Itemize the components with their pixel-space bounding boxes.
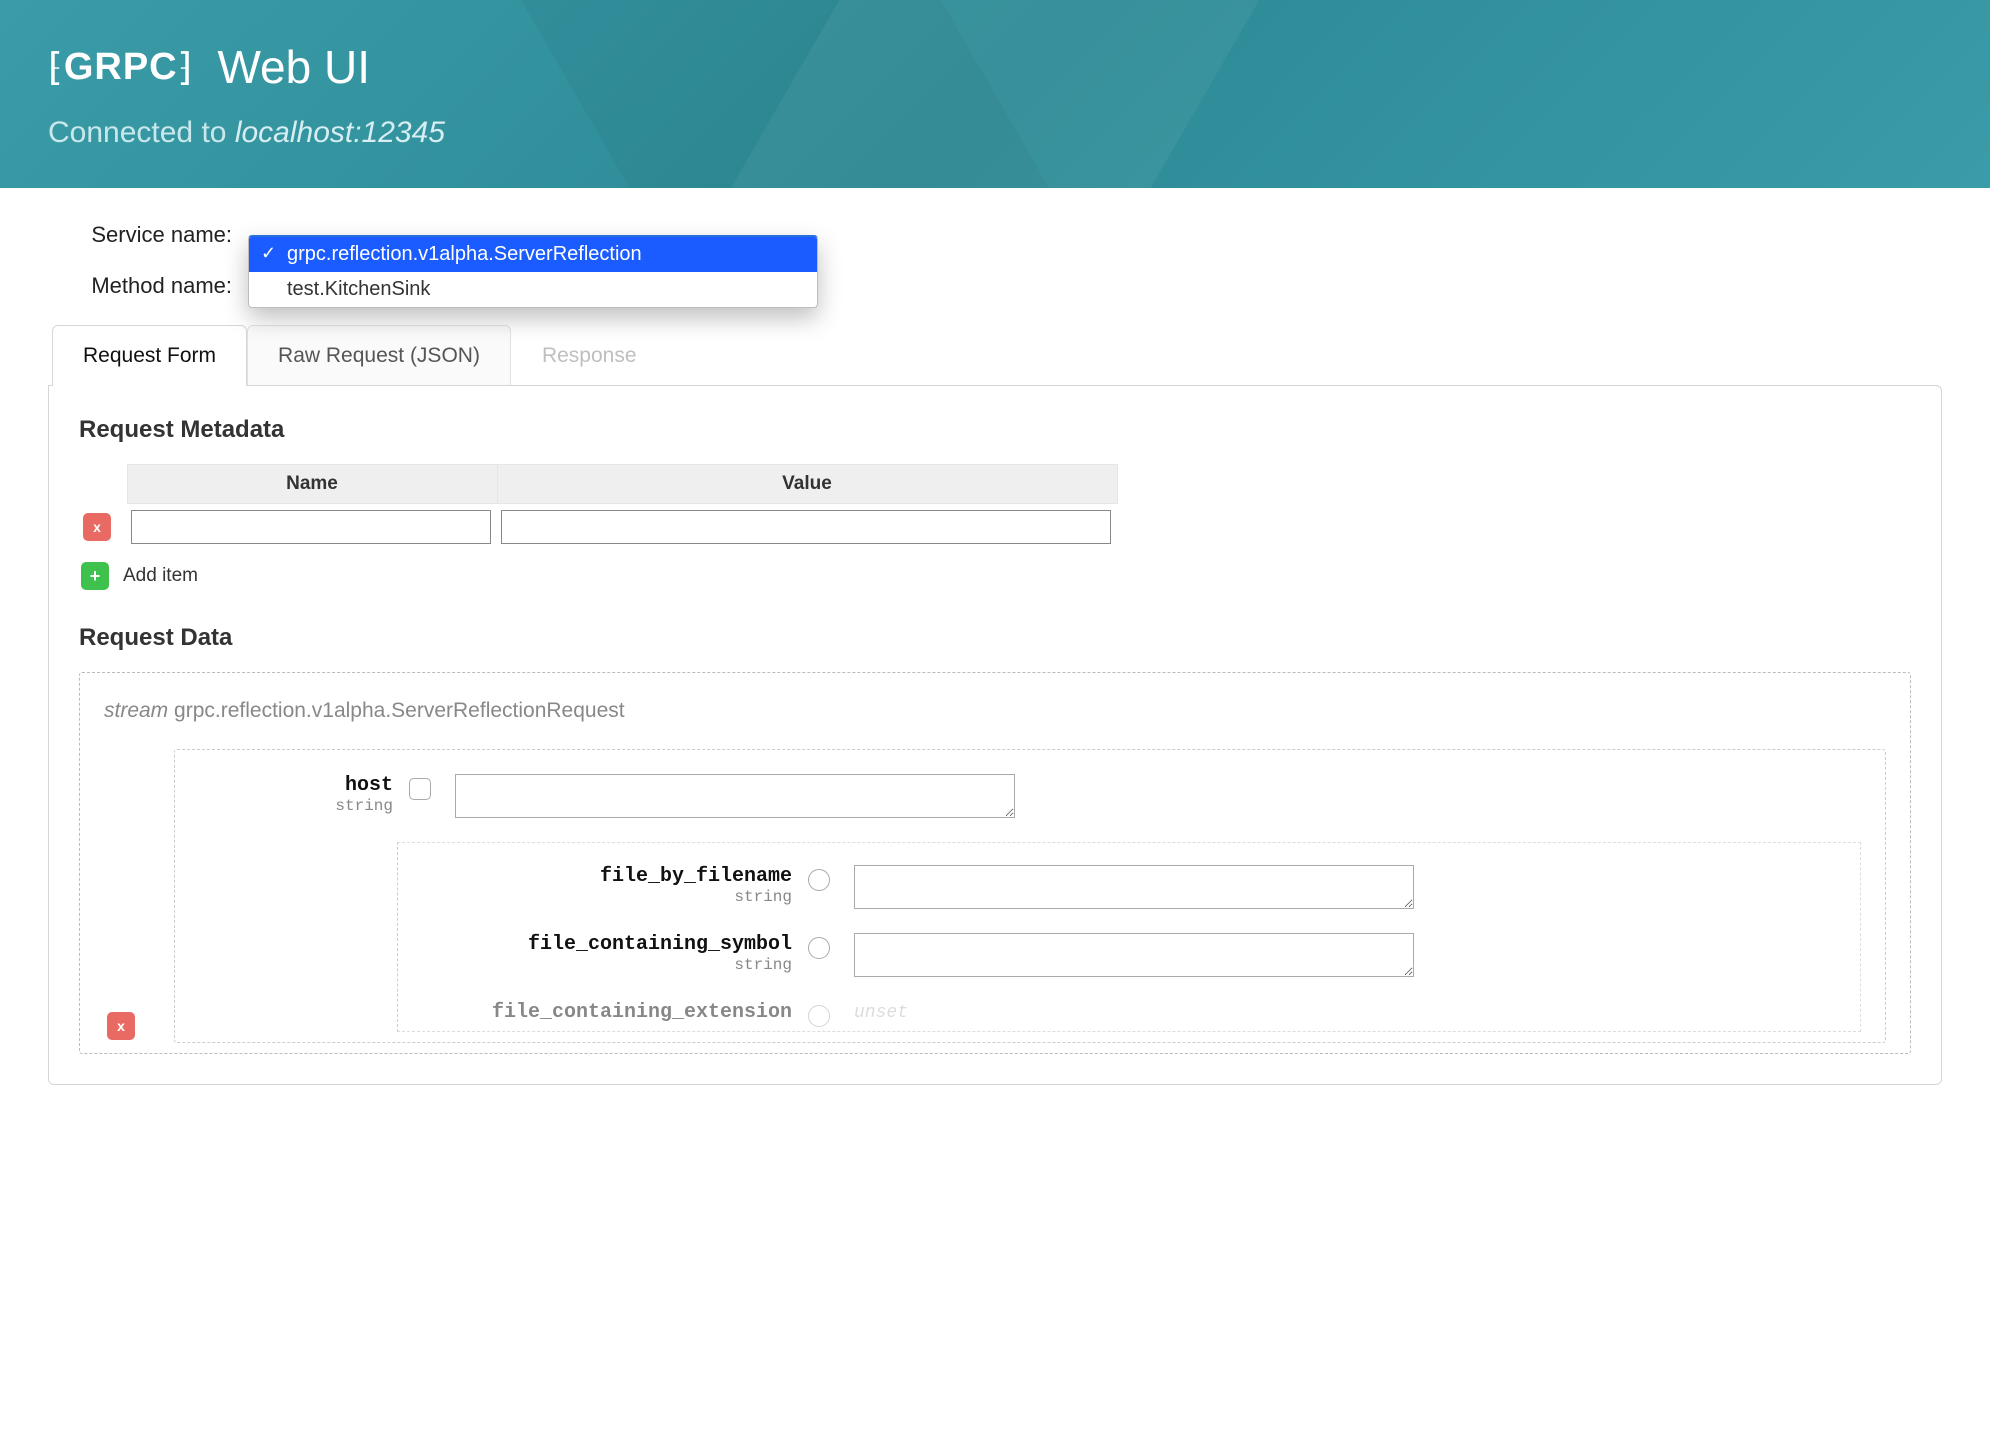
oneof-radio[interactable] (808, 1005, 830, 1027)
field-type: string (418, 956, 792, 974)
metadata-value-input[interactable] (501, 510, 1111, 544)
add-metadata-label: Add item (123, 565, 198, 587)
field-row-file-containing-symbol: file_containing_symbol string (418, 933, 1840, 977)
connection-status: Connected to localhost:12345 (48, 116, 1942, 150)
tab-response: Response (511, 325, 668, 386)
app-title: Web UI (217, 40, 370, 94)
app-header: ⁅GRPC⁆ Web UI Connected to localhost:123… (0, 0, 1990, 188)
method-name-label: Method name: (48, 273, 248, 299)
field-name: file_by_filename (418, 865, 792, 888)
add-metadata-button[interactable]: + (81, 562, 109, 590)
field-row-file-by-filename: file_by_filename string (418, 865, 1840, 909)
metadata-name-input[interactable] (131, 510, 491, 544)
field-input[interactable] (854, 865, 1414, 909)
oneof-radio[interactable] (808, 937, 830, 959)
tab-bar: Request Form Raw Request (JSON) Response (52, 324, 1942, 385)
connection-target: localhost:12345 (235, 116, 445, 149)
oneof-group: file_by_filename string file_containing_… (397, 842, 1861, 1032)
field-input[interactable] (854, 933, 1414, 977)
field-name: file_containing_symbol (418, 933, 792, 956)
oneof-radio[interactable] (808, 869, 830, 891)
field-name-host: host (199, 774, 393, 797)
service-dropdown-list: grpc.reflection.v1alpha.ServerReflection… (248, 235, 818, 308)
field-row-file-containing-extension: file_containing_extension unset (418, 1001, 1840, 1027)
tab-request-form[interactable]: Request Form (52, 325, 247, 386)
message-instance: x host string file_by_filename string (174, 749, 1886, 1043)
request-metadata-heading: Request Metadata (79, 416, 1911, 444)
request-data-heading: Request Data (79, 624, 1911, 652)
unset-label: unset (854, 1001, 908, 1023)
metadata-table: Name Value x (79, 464, 1118, 550)
metadata-col-name: Name (127, 465, 497, 504)
field-input-host[interactable] (455, 774, 1015, 818)
grpc-logo: ⁅GRPC⁆ (48, 45, 193, 90)
field-type: string (418, 888, 792, 906)
request-form-panel: Request Metadata Name Value x + (48, 385, 1942, 1085)
service-option[interactable]: test.KitchenSink (249, 272, 817, 307)
service-option-selected[interactable]: grpc.reflection.v1alpha.ServerReflection (249, 237, 817, 272)
request-data-container: stream grpc.reflection.v1alpha.ServerRef… (79, 672, 1911, 1054)
field-name: file_containing_extension (418, 1001, 792, 1024)
delete-metadata-button[interactable]: x (83, 513, 111, 541)
add-metadata-row: + Add item (81, 562, 1911, 590)
field-row-host: host string (199, 774, 1861, 818)
metadata-row: x (79, 504, 1117, 551)
field-toggle-host[interactable] (409, 778, 431, 800)
field-type-host: string (199, 797, 393, 815)
service-name-label: Service name: (48, 222, 248, 248)
rpc-message-type: stream grpc.reflection.v1alpha.ServerRef… (104, 699, 1886, 723)
tab-raw-request[interactable]: Raw Request (JSON) (247, 325, 511, 386)
delete-message-button[interactable]: x (107, 1012, 135, 1040)
service-selector-row: Service name: grpc.reflection.v1alpha.Se… (48, 222, 1942, 248)
metadata-col-value: Value (497, 465, 1117, 504)
